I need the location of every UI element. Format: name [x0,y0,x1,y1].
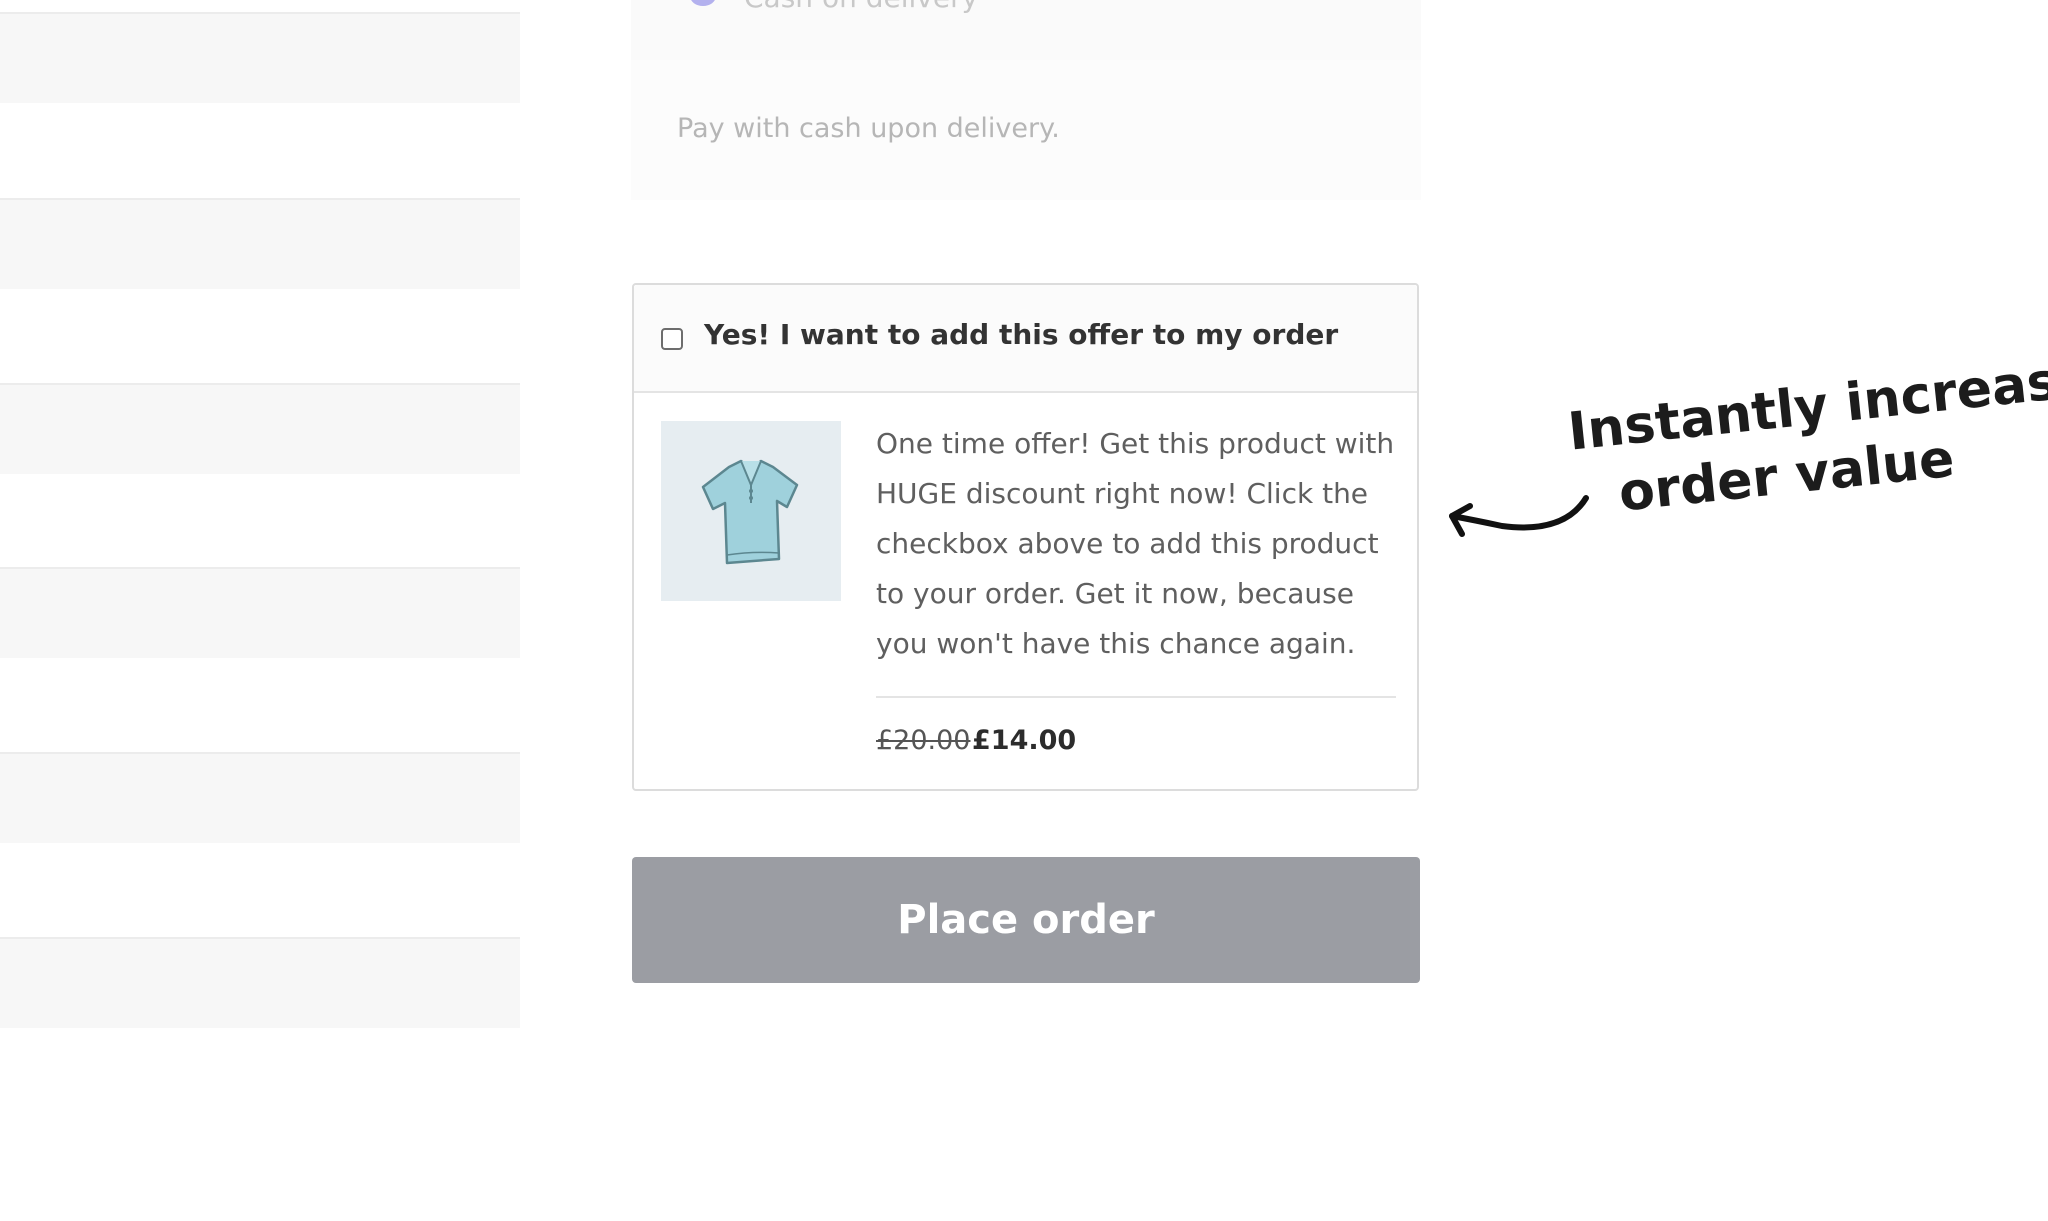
left-form-column [0,0,520,1100]
price-discounted: £14.00 [972,725,1077,756]
form-field-row [0,567,520,658]
curved-arrow-icon [1449,495,1589,537]
polo-shirt-icon [701,459,799,565]
offer-description: One time offer! Get this product with HU… [876,427,1395,660]
product-image [661,421,841,601]
form-field-row [0,12,520,103]
offer-checkbox-label[interactable]: Yes! I want to add this offer to my orde… [704,318,1338,351]
price-original: £20.00 [876,725,971,756]
annotation-note: Instantly increase order value [1565,345,2048,531]
form-field-row [0,383,520,474]
order-bump-offer: Yes! I want to add this offer to my orde… [632,283,1419,791]
price-divider [876,696,1396,698]
payment-method-label: Cash on delivery [744,0,978,12]
offer-header: Yes! I want to add this offer to my orde… [634,285,1417,393]
form-field-row [0,937,520,1028]
offer-checkbox[interactable] [661,328,683,350]
form-field-row [0,198,520,289]
form-field-row [0,752,520,843]
place-order-button[interactable]: Place order [632,857,1420,983]
payment-description: Pay with cash upon delivery. [677,113,1060,144]
